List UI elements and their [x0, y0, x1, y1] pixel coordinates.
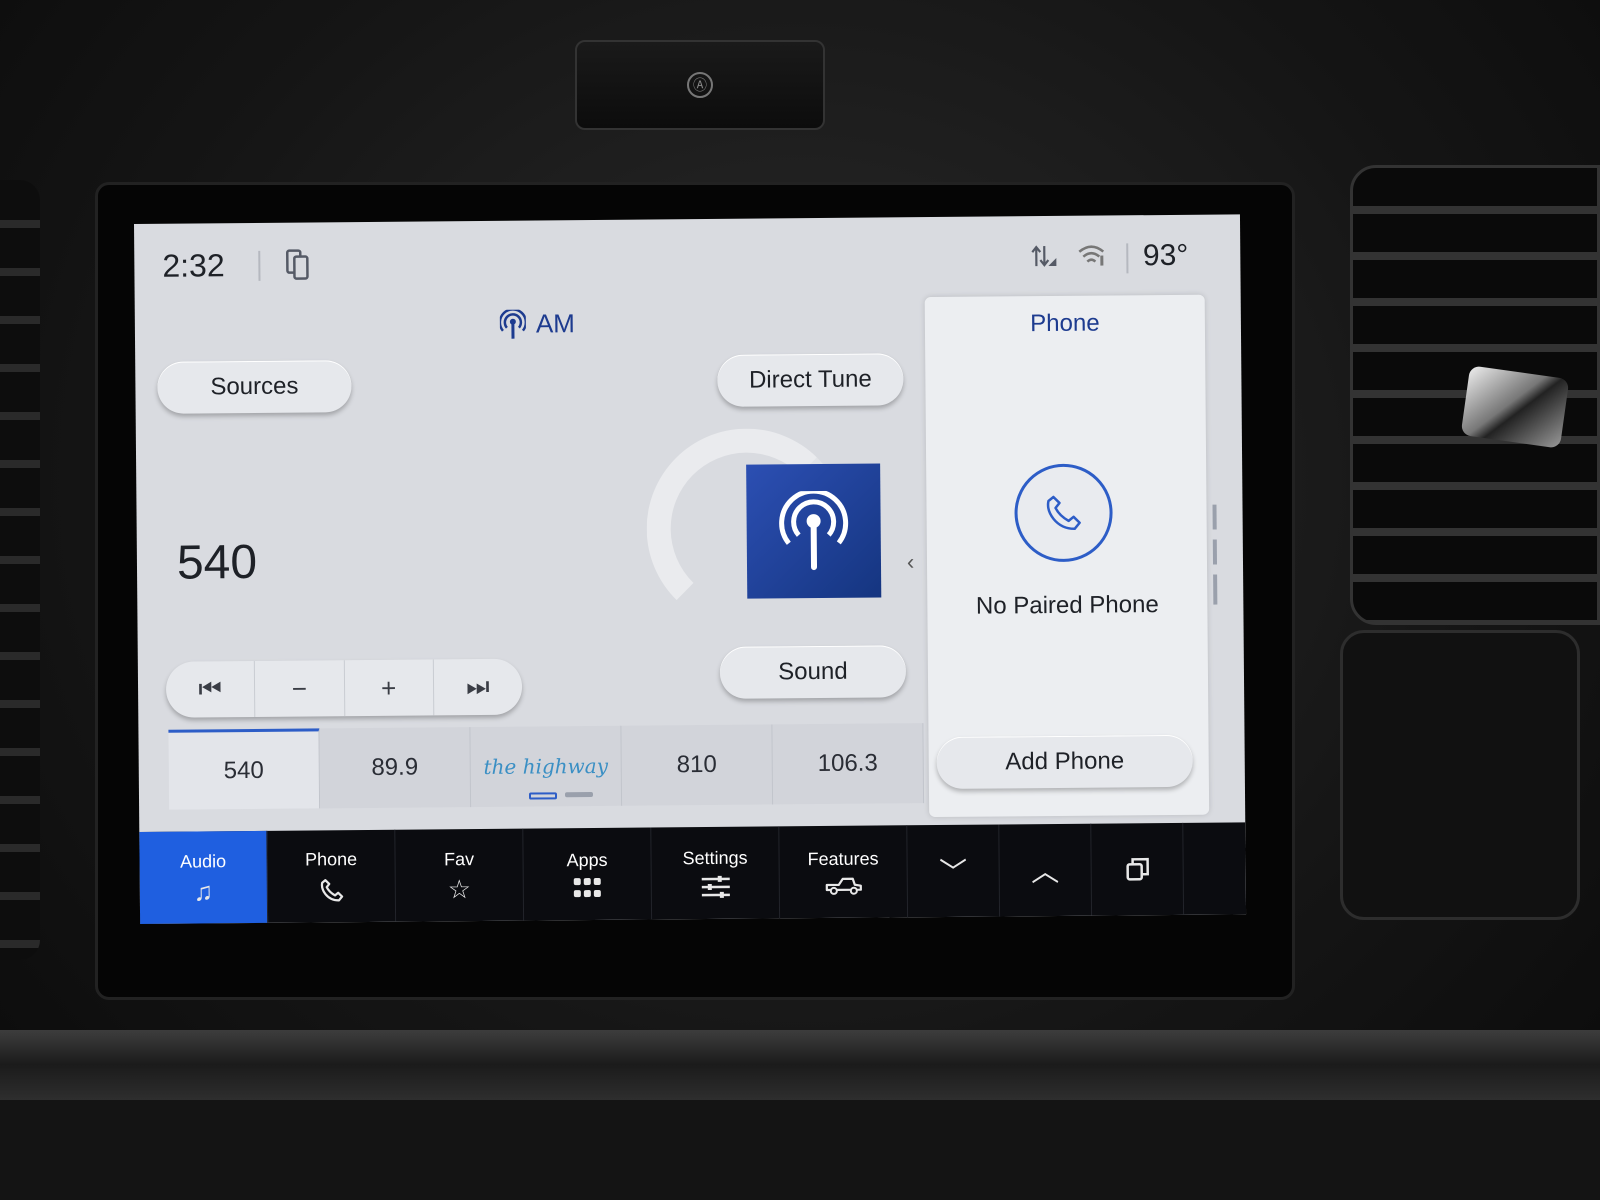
- plus-icon: +: [380, 672, 397, 703]
- preset-label: 810: [676, 750, 717, 779]
- nav-fav[interactable]: Fav ☆: [395, 828, 525, 922]
- skip-back-icon: ⏮: [198, 673, 223, 704]
- transport-controls: ⏮ − + ⏭: [165, 658, 523, 718]
- chevron-up-icon: ︿: [1031, 855, 1060, 888]
- wifi-icon: [1076, 242, 1106, 275]
- station-logo: the highway: [483, 753, 609, 779]
- apps-grid-icon: [573, 877, 601, 897]
- dash-trim: [0, 1030, 1600, 1100]
- current-frequency: 540: [176, 535, 258, 590]
- music-note-icon: ♫: [193, 875, 214, 907]
- nav-settings[interactable]: Settings: [651, 826, 781, 920]
- nav-features[interactable]: Features: [779, 825, 909, 919]
- left-air-vent: [0, 180, 40, 960]
- phone-call-button[interactable]: [1014, 463, 1113, 563]
- phone-panel: Phone No Paired Phone Add Phone: [924, 294, 1210, 818]
- nav-label: Apps: [566, 849, 608, 870]
- dash-storage-panel: [1340, 630, 1580, 920]
- preset-1[interactable]: 540: [168, 728, 321, 810]
- phone-icon: [1046, 495, 1081, 531]
- hazard-switch-bezel: Ⓐ: [575, 40, 825, 130]
- chevron-down-icon: ﹀: [939, 856, 968, 888]
- connectivity-icon: [1030, 242, 1058, 277]
- lower-dash: [0, 1100, 1600, 1200]
- status-divider: [258, 250, 261, 281]
- antenna-icon: [779, 490, 849, 571]
- tune-down-button[interactable]: −: [255, 660, 345, 717]
- nav-label: Features: [807, 848, 879, 869]
- status-bar: 2:32 93°: [134, 214, 1241, 304]
- nav-label: Audio: [179, 850, 227, 872]
- multi-window-icon: [1125, 857, 1149, 881]
- station-art: [746, 463, 882, 599]
- star-icon: ☆: [447, 873, 472, 904]
- clock: 2:32: [162, 247, 225, 284]
- infotainment-screen: 2:32 93° AM Sources Direct Tune 540 ‹ ⏮ …: [134, 214, 1247, 924]
- direct-tune-button[interactable]: Direct Tune: [717, 353, 904, 407]
- sources-button[interactable]: Sources: [157, 360, 352, 414]
- page-dot: [528, 792, 558, 800]
- preset-4[interactable]: 810: [621, 724, 774, 806]
- nav-label: Phone: [304, 848, 358, 870]
- page-dot: [564, 792, 594, 798]
- truck-icon: [825, 877, 862, 895]
- preset-5[interactable]: 106.3: [772, 723, 925, 805]
- vent-adjust-knob[interactable]: [1460, 365, 1570, 449]
- seek-forward-button[interactable]: ⏭: [434, 659, 523, 716]
- phone-icon: [320, 878, 343, 902]
- phone-panel-title: Phone: [1030, 309, 1100, 338]
- preset-2[interactable]: 89.9: [319, 727, 472, 809]
- nav-apps[interactable]: Apps: [523, 827, 653, 921]
- preset-label: 540: [223, 756, 264, 784]
- nav-label: Fav: [443, 848, 475, 869]
- phone-projection-icon[interactable]: [284, 248, 310, 287]
- nav-audio[interactable]: Audio ♫: [139, 830, 269, 924]
- bottom-nav-bar: Audio ♫ Phone Fav ☆ Apps Settings Featur…: [139, 822, 1247, 924]
- preset-page-indicator: [528, 792, 594, 800]
- expand-up-button[interactable]: ︿: [999, 823, 1093, 917]
- nav-label: Settings: [682, 847, 748, 868]
- panel-collapse-chevron-icon[interactable]: ‹: [907, 549, 915, 575]
- window-switch-button[interactable]: [1091, 822, 1185, 916]
- nav-phone[interactable]: Phone: [267, 829, 397, 923]
- preset-label: 106.3: [817, 749, 878, 778]
- status-divider: [1126, 243, 1129, 274]
- antenna-icon: [499, 309, 527, 339]
- phone-status: No Paired Phone: [975, 591, 1159, 620]
- collapse-down-button[interactable]: ﹀: [907, 824, 1001, 918]
- add-phone-button[interactable]: Add Phone: [936, 734, 1193, 790]
- panel-scroll-indicator[interactable]: [1212, 504, 1218, 605]
- source-name: AM: [535, 308, 576, 339]
- seek-back-button[interactable]: ⏮: [165, 660, 256, 718]
- skip-forward-icon: ⏭: [466, 670, 490, 702]
- outside-temperature: 93°: [1142, 238, 1189, 273]
- tune-up-button[interactable]: +: [344, 659, 435, 717]
- sliders-icon: [701, 875, 730, 898]
- passenger-airbag-icon: Ⓐ: [687, 72, 713, 98]
- sound-button[interactable]: Sound: [719, 645, 907, 699]
- preset-label: 89.9: [371, 753, 419, 781]
- minus-icon: −: [291, 673, 308, 704]
- audio-source-label: AM: [499, 308, 576, 340]
